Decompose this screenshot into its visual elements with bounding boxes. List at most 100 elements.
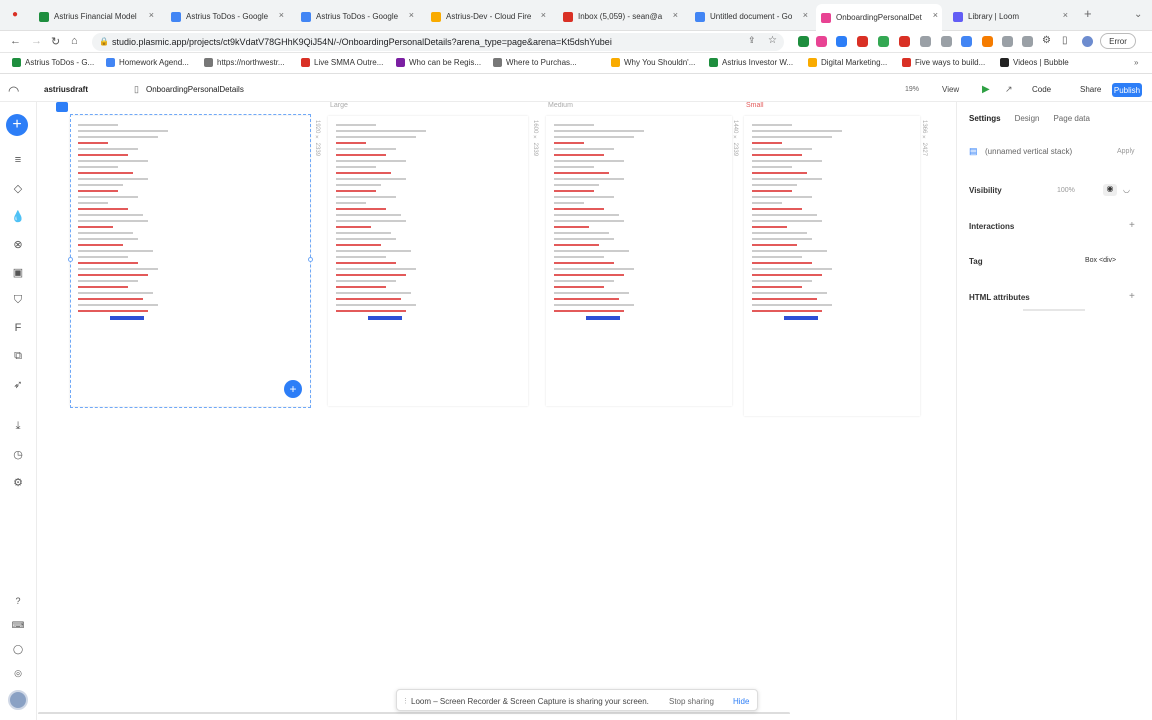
resize-handle[interactable]	[308, 257, 313, 262]
url-input[interactable]: 🔒 studio.plasmic.app/projects/ct9kVdatV7…	[92, 33, 784, 51]
browser-tab[interactable]: Inbox (5,059) - sean@a ×	[558, 6, 682, 27]
close-icon[interactable]: ×	[279, 10, 284, 20]
home-icon[interactable]: ⌂	[71, 35, 78, 47]
browser-tab-active[interactable]: OnboardingPersonalDet ×	[816, 4, 942, 31]
style-tokens-icon[interactable]: 💧	[11, 210, 25, 223]
close-icon[interactable]: ×	[541, 10, 546, 20]
add-element-button[interactable]: +	[284, 380, 302, 398]
browser-tab[interactable]: Astrius ToDos - Google ×	[166, 6, 288, 27]
puzzle-icon[interactable]: ⚙	[1042, 35, 1051, 46]
view-menu-button[interactable]: View	[942, 85, 959, 94]
notifications-icon[interactable]: ◎	[11, 668, 25, 679]
tab-design[interactable]: Design	[1015, 114, 1040, 123]
stop-sharing-button[interactable]: Stop sharing	[669, 697, 714, 706]
download-icon[interactable]: ⤓	[11, 420, 25, 433]
extension-icon[interactable]	[941, 36, 952, 47]
close-icon[interactable]: ×	[933, 10, 938, 20]
plasmic-logo-icon[interactable]: ◠	[8, 83, 19, 99]
eye-icon[interactable]: ◉	[1103, 184, 1117, 196]
play-icon[interactable]: ▶	[982, 84, 990, 95]
browser-tab[interactable]: Library | Loom ×	[948, 6, 1072, 27]
apply-button[interactable]: Apply	[1117, 148, 1135, 155]
bookmark[interactable]: Digital Marketing...	[808, 58, 887, 67]
user-avatar[interactable]	[8, 690, 28, 710]
tag-select[interactable]: Box <div>	[1085, 257, 1116, 264]
hide-button[interactable]: Hide	[733, 697, 749, 706]
error-button[interactable]: Error	[1100, 33, 1136, 49]
resize-handle[interactable]	[68, 257, 73, 262]
bookmark[interactable]: Who can be Regis...	[396, 58, 481, 67]
tab-page-data[interactable]: Page data	[1053, 114, 1089, 123]
bookmark[interactable]: Live SMMA Outre...	[301, 58, 383, 67]
browser-tab[interactable]: Astrius Financial Model ×	[34, 6, 158, 27]
extension-icon[interactable]	[920, 36, 931, 47]
extension-icon[interactable]	[836, 36, 847, 47]
insert-button[interactable]: +	[6, 114, 28, 136]
share-page-icon[interactable]: ⇪	[748, 35, 756, 46]
element-name[interactable]: (unnamed vertical stack)	[985, 147, 1072, 156]
star-icon[interactable]: ☆	[768, 35, 777, 46]
close-icon[interactable]: ×	[1063, 10, 1068, 20]
bookmark[interactable]: Five ways to build...	[902, 58, 985, 67]
code-button[interactable]: Code	[1032, 85, 1051, 94]
extension-icon[interactable]	[798, 36, 809, 47]
bookmark[interactable]: Astrius ToDos - G...	[12, 58, 94, 67]
sidebar-icon[interactable]: ▯	[1062, 35, 1068, 46]
artboard-frame[interactable]: Large	[328, 102, 528, 406]
more-bookmarks-icon[interactable]: »	[1134, 58, 1138, 67]
visibility-value[interactable]: 100%	[1057, 187, 1075, 194]
chat-icon[interactable]: ◯	[11, 644, 25, 655]
chevron-down-icon[interactable]: ⌄	[1134, 9, 1142, 20]
publish-button[interactable]: Publish	[1112, 83, 1142, 97]
extension-icon[interactable]	[982, 36, 993, 47]
components-icon[interactable]: ◇	[11, 182, 25, 195]
extension-icon[interactable]	[857, 36, 868, 47]
record-icon[interactable]: ●	[12, 9, 18, 20]
bookmark[interactable]: Where to Purchas...	[493, 58, 577, 67]
close-icon[interactable]: ×	[673, 10, 678, 20]
share-button[interactable]: Share	[1080, 85, 1101, 94]
extension-icon[interactable]	[899, 36, 910, 47]
artboard-frame[interactable]: Medium	[546, 102, 732, 406]
drag-handle-icon[interactable]: ⋮	[402, 697, 409, 705]
imports-icon[interactable]: ⧉	[11, 350, 25, 363]
new-tab-icon[interactable]: +	[1084, 6, 1092, 21]
project-name[interactable]: astriusdraft	[44, 85, 88, 94]
design-canvas[interactable]: 1920 × 2339 Large 1600 × 2339 Medium 144…	[38, 102, 952, 714]
bookmark[interactable]: Astrius Investor W...	[709, 58, 793, 67]
browser-tab[interactable]: Untitled document - Go ×	[690, 6, 812, 27]
fonts-icon[interactable]: F	[11, 322, 25, 334]
selection-outline[interactable]	[68, 114, 313, 408]
eye-closed-icon[interactable]: ◡	[1123, 185, 1130, 194]
add-interaction-icon[interactable]: +	[1129, 220, 1135, 231]
keyboard-icon[interactable]: ⌨	[11, 620, 25, 631]
tab-settings[interactable]: Settings	[969, 114, 1001, 123]
deploy-icon[interactable]: ➶	[11, 378, 25, 391]
settings-icon[interactable]: ⚙	[11, 476, 25, 489]
reload-icon[interactable]: ↻	[51, 35, 60, 48]
artboard-frame[interactable]: Small	[744, 102, 920, 416]
extension-icon[interactable]	[878, 36, 889, 47]
bookmark[interactable]: Why You Shouldn'...	[611, 58, 695, 67]
external-link-icon[interactable]: ↗	[1005, 84, 1013, 95]
add-attribute-icon[interactable]: +	[1129, 291, 1135, 302]
mixins-icon[interactable]: ⊗	[11, 238, 25, 251]
history-icon[interactable]: ◷	[11, 448, 25, 461]
selection-tag-icon[interactable]	[56, 102, 68, 112]
browser-tab[interactable]: Astrius-Dev - Cloud Fire ×	[426, 6, 550, 27]
close-icon[interactable]: ×	[803, 10, 808, 20]
extension-icon[interactable]	[816, 36, 827, 47]
close-icon[interactable]: ×	[149, 10, 154, 20]
close-icon[interactable]: ×	[409, 10, 414, 20]
horizontal-scrollbar[interactable]	[38, 712, 790, 714]
extension-icon[interactable]	[1022, 36, 1033, 47]
profile-avatar-icon[interactable]	[1082, 36, 1093, 47]
bookmark[interactable]: Homework Agend...	[106, 58, 189, 67]
page-name-selector[interactable]: OnboardingPersonalDetails	[146, 85, 244, 94]
bookmark[interactable]: https://northwestr...	[204, 58, 285, 67]
forward-icon[interactable]: →	[31, 35, 42, 47]
zoom-level[interactable]: 19%	[905, 86, 919, 93]
bookmark[interactable]: Videos | Bubble	[1000, 58, 1069, 67]
help-icon[interactable]: ?	[11, 596, 25, 606]
images-icon[interactable]: ▣	[11, 266, 25, 279]
